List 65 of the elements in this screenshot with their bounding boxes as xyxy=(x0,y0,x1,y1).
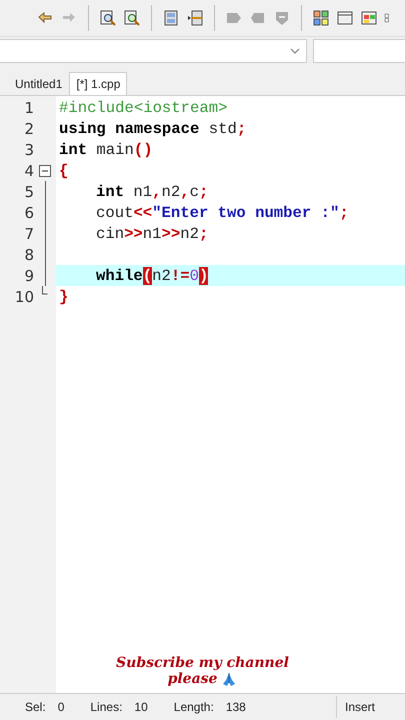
code-token: >> xyxy=(162,224,180,242)
code-token: () xyxy=(134,140,153,158)
code-token: #include<iostream> xyxy=(59,98,228,116)
code-token: main xyxy=(95,140,134,158)
code-token: ) xyxy=(198,266,208,284)
line-number: 9 xyxy=(23,266,34,284)
palette-icon[interactable] xyxy=(360,9,378,27)
status-value: 0 xyxy=(58,700,64,714)
code-token: != xyxy=(170,266,190,284)
code-token: ( xyxy=(142,266,152,284)
code-token: int xyxy=(59,140,88,158)
code-token: cin xyxy=(96,224,124,242)
code-token: } xyxy=(59,288,68,306)
code-token: using namespace xyxy=(59,120,200,138)
status-value: 138 xyxy=(226,700,246,714)
code-token: "Enter two number :" xyxy=(152,204,340,222)
code-token: n2 xyxy=(162,182,180,200)
line-number: 6 xyxy=(23,204,34,222)
code-token: 0 xyxy=(190,266,199,284)
code-token: cout xyxy=(96,204,134,222)
window-icon[interactable] xyxy=(336,9,354,27)
line-number: 7 xyxy=(23,224,34,242)
code-editor[interactable]: 1 2 3 4 5 6 7 8 9 10 #include<iostream> using namespace std; int main() { int n1,n2,c; cout<<"Enter two number :"; cin>>n1>>n2; while(n2!=0) } Subscribe my channel please xyxy=(0,95,405,693)
status-label: Sel: xyxy=(25,700,46,714)
code-token: << xyxy=(133,204,152,222)
insert-mode-indicator: Insert xyxy=(336,696,405,718)
code-token: ; xyxy=(236,120,246,138)
code-token: int xyxy=(96,182,124,200)
code-token: while xyxy=(96,266,143,284)
line-number: 3 xyxy=(23,140,34,158)
code-token: , xyxy=(180,182,190,200)
code-token: ; xyxy=(198,224,208,242)
code-token: n1 xyxy=(142,224,162,242)
line-number: 2 xyxy=(23,120,34,138)
fold-end-icon xyxy=(42,286,48,295)
chevron-down-icon xyxy=(290,48,300,54)
code-token: , xyxy=(152,182,162,200)
code-token: std xyxy=(208,120,237,138)
status-value: 10 xyxy=(134,700,148,714)
fold-icon[interactable] xyxy=(38,164,52,178)
code-token: n2 xyxy=(152,266,171,284)
praying-hands-icon xyxy=(221,671,238,687)
grid-icon[interactable] xyxy=(312,9,330,27)
split-icon[interactable] xyxy=(186,9,204,27)
code-token: n1 xyxy=(132,182,152,200)
line-number: 1 xyxy=(23,98,34,116)
find-icon[interactable] xyxy=(99,9,117,27)
code-token: ; xyxy=(339,204,349,222)
caption-text: please xyxy=(168,671,218,687)
line-number: 4 xyxy=(23,162,34,180)
code-token: ; xyxy=(198,182,208,200)
code-token: c xyxy=(190,182,199,200)
code-token: >> xyxy=(124,224,143,242)
file-tab[interactable]: Untitled1 xyxy=(8,72,70,95)
replace-icon[interactable] xyxy=(123,9,141,27)
code-token: { xyxy=(59,162,68,180)
line-number: 5 xyxy=(23,182,34,200)
line-number: 10 xyxy=(14,288,34,306)
line-number: 8 xyxy=(23,246,34,264)
panel-icon[interactable] xyxy=(162,9,180,27)
code-token: n2 xyxy=(180,224,199,242)
status-label: Length: xyxy=(174,700,214,714)
file-tab[interactable]: [*] 1.cpp xyxy=(69,72,128,95)
status-label: Lines: xyxy=(90,700,122,714)
caption-text: Subscribe my channel xyxy=(116,655,289,671)
